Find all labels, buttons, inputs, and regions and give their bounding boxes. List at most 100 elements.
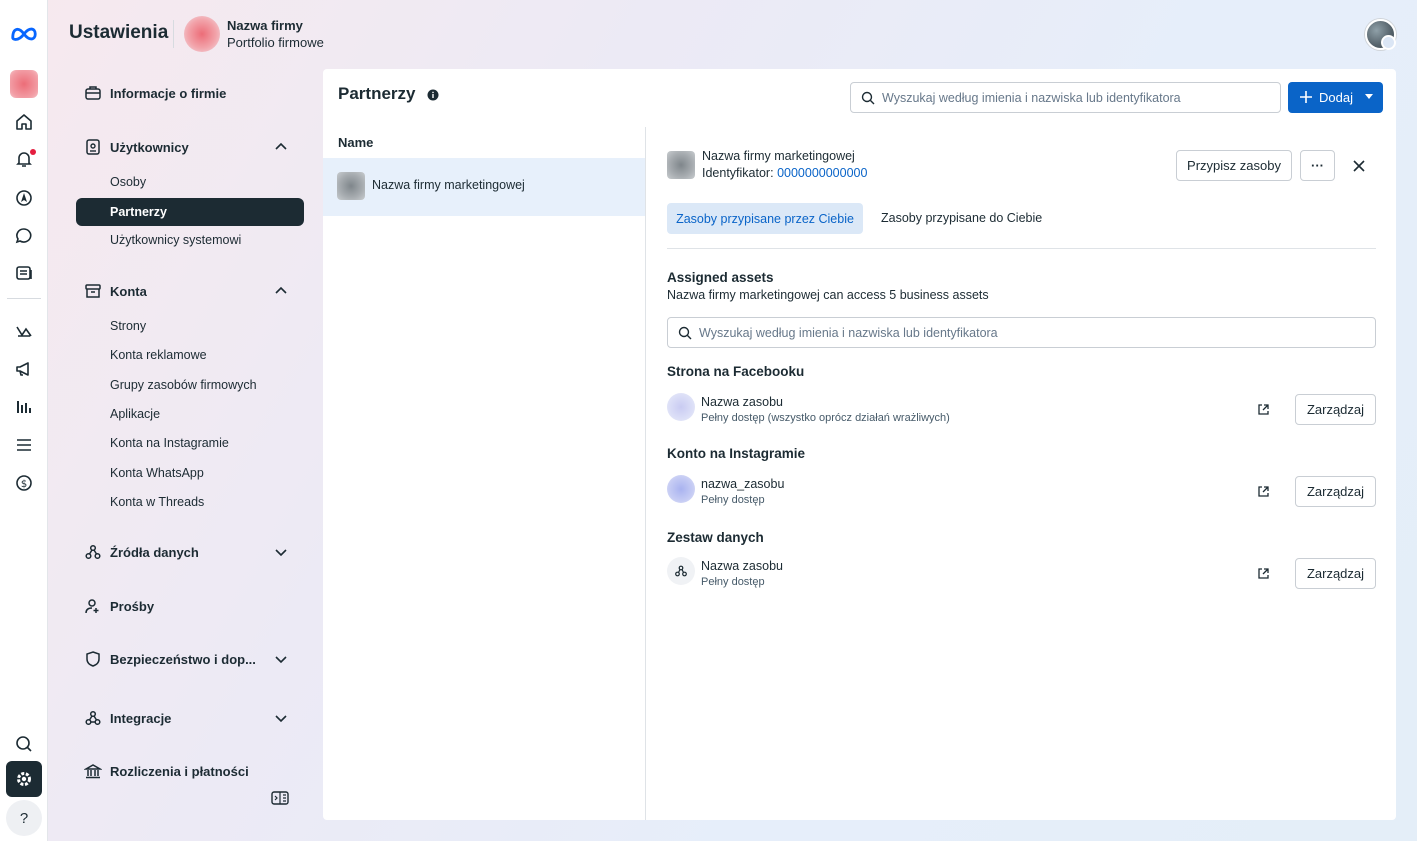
asset-name: nazwa_zasobu [701, 477, 785, 491]
business-avatar-icon[interactable] [6, 66, 42, 102]
sidebar-item-data-sources[interactable]: Źródła danych [64, 537, 310, 567]
partner-detail-thumbnail [667, 151, 695, 179]
sidebar-subitem-label: Aplikacje [110, 407, 161, 421]
section-title-dataset: Zestaw danych [667, 530, 764, 545]
chat-icon[interactable] [6, 218, 42, 254]
sidebar-item-label: Integracje [110, 710, 172, 726]
settings-sidebar: Informacje o firmie Użytkownicy Osoby Pa… [64, 70, 314, 790]
page-title: Ustawienia [69, 22, 169, 43]
business-name[interactable]: Nazwa firmy [227, 18, 303, 33]
business-avatar[interactable] [184, 16, 220, 52]
more-options-button[interactable]: ··· [1300, 150, 1335, 181]
briefcase-icon [85, 86, 101, 100]
section-title-facebook-page: Strona na Facebooku [667, 364, 805, 379]
content-icon[interactable] [6, 255, 42, 291]
tab-assigned-to-you[interactable]: Zasoby przypisane do Ciebie [881, 211, 1042, 225]
notifications-icon[interactable] [6, 141, 42, 177]
home-icon[interactable] [6, 104, 42, 140]
sidebar-subitem-people[interactable]: Osoby [76, 168, 304, 196]
add-button[interactable]: Dodaj [1288, 82, 1383, 113]
partner-search-input[interactable]: Wyszukaj według imienia i nazwiska lub i… [850, 82, 1281, 113]
sidebar-item-security[interactable]: Bezpieczeństwo i dop... [64, 644, 310, 674]
manage-button[interactable]: Zarządzaj [1295, 394, 1376, 425]
sidebar-subitem-ad-accounts[interactable]: Konta reklamowe [76, 341, 304, 369]
business-subtitle: Portfolio firmowe [227, 35, 324, 50]
sidebar-subitem-threads-accounts[interactable]: Konta w Threads [76, 488, 304, 516]
sidebar-subitem-label: Konta reklamowe [110, 348, 207, 362]
person-add-icon [85, 599, 99, 614]
assigned-assets-title: Assigned assets [667, 270, 774, 285]
search-icon [861, 91, 875, 104]
sidebar-subitem-label: Konta WhatsApp [110, 466, 204, 480]
caret-down-icon [1365, 94, 1373, 99]
sidebar-subitem-label: Użytkownicy systemowi [110, 233, 242, 247]
sidebar-subitem-instagram-accounts[interactable]: Konta na Instagramie [76, 429, 304, 457]
asset-avatar [667, 475, 695, 503]
chevron-up-icon[interactable] [274, 140, 288, 154]
chevron-down-icon[interactable] [274, 652, 288, 666]
sidebar-item-billing[interactable]: Rozliczenia i płatności [64, 756, 310, 786]
search-icon[interactable] [6, 726, 42, 762]
external-link-icon[interactable] [1257, 485, 1270, 498]
assign-assets-button[interactable]: Przypisz zasoby [1176, 150, 1292, 181]
partner-name: Nazwa firmy marketingowej [372, 178, 525, 192]
sidebar-item-business-info[interactable]: Informacje o firmie [64, 78, 310, 108]
chevron-up-icon[interactable] [274, 284, 288, 298]
manage-button[interactable]: Zarządzaj [1295, 558, 1376, 589]
sidebar-subitem-partners[interactable]: Partnerzy [76, 198, 304, 226]
external-link-icon[interactable] [1257, 567, 1270, 580]
user-avatar[interactable] [1365, 19, 1396, 50]
sidebar-subitem-label: Grupy zasobów firmowych [110, 378, 257, 392]
sidebar-subitem-label: Partnerzy [110, 205, 167, 219]
shield-icon [86, 651, 100, 667]
info-icon[interactable] [427, 89, 439, 101]
sidebar-subitem-pages[interactable]: Strony [76, 312, 304, 340]
sidebar-subitem-apps[interactable]: Aplikacje [76, 400, 304, 428]
sidebar-item-label: Źródła danych [110, 544, 199, 560]
sidebar-subitem-label: Konta na Instagramie [110, 436, 229, 450]
menu-icon[interactable] [6, 427, 42, 463]
id-value[interactable]: 0000000000000 [777, 166, 867, 180]
billing-dollar-icon[interactable]: $ [6, 465, 42, 501]
sidebar-item-label: Bezpieczeństwo i dop... [110, 651, 256, 667]
partners-title: Partnerzy [338, 84, 416, 103]
assigned-assets-subtitle: Nazwa firmy marketingowej can access 5 b… [667, 288, 989, 302]
sidebar-item-users[interactable]: Użytkownicy [64, 132, 310, 162]
sidebar-subitem-asset-groups[interactable]: Grupy zasobów firmowych [76, 371, 304, 399]
sidebar-subitem-label: Strony [110, 319, 147, 333]
data-sources-icon [85, 544, 101, 560]
svg-text:$: $ [21, 479, 27, 490]
asset-avatar [667, 393, 695, 421]
plus-icon [1300, 91, 1312, 103]
help-icon[interactable]: ? [6, 800, 42, 836]
collapse-sidebar-icon[interactable] [271, 791, 289, 805]
sidebar-subitem-whatsapp-accounts[interactable]: Konta WhatsApp [76, 459, 304, 487]
asset-search-input[interactable]: Wyszukaj według imienia i nazwiska lub i… [667, 317, 1376, 348]
sidebar-item-requests[interactable]: Prośby [64, 591, 310, 621]
sidebar-item-label: Informacje o firmie [110, 85, 227, 101]
close-icon[interactable] [1352, 159, 1366, 173]
megaphone-icon[interactable] [6, 351, 42, 387]
search-placeholder: Wyszukaj według imienia i nazwiska lub i… [699, 325, 998, 340]
tab-assigned-by-you[interactable]: Zasoby przypisane przez Ciebie [667, 203, 863, 234]
insights-icon[interactable] [6, 389, 42, 425]
partner-thumbnail [337, 172, 365, 200]
sidebar-item-accounts[interactable]: Konta [64, 276, 310, 306]
header-divider [173, 20, 174, 48]
asset-access: Pełny dostęp (wszystko oprócz działań wr… [701, 412, 950, 424]
asset-name: Nazwa zasobu [701, 395, 783, 409]
partners-list: Name Nazwa firmy marketingowej [323, 127, 646, 820]
external-link-icon[interactable] [1257, 403, 1270, 416]
list-item[interactable]: Nazwa firmy marketingowej [323, 158, 645, 216]
chevron-down-icon[interactable] [274, 545, 288, 559]
chevron-down-icon[interactable] [274, 711, 288, 725]
sidebar-subitem-system-users[interactable]: Użytkownicy systemowi [76, 226, 304, 254]
settings-gear-icon[interactable] [6, 761, 42, 797]
sidebar-item-integrations[interactable]: Integracje [64, 703, 310, 733]
sidebar-item-label: Rozliczenia i płatności [110, 763, 249, 779]
manage-button[interactable]: Zarządzaj [1295, 476, 1376, 507]
planner-icon[interactable] [6, 313, 42, 349]
sidebar-item-label: Użytkownicy [110, 139, 189, 155]
compass-icon[interactable] [6, 180, 42, 216]
meta-logo-icon[interactable] [6, 16, 42, 52]
